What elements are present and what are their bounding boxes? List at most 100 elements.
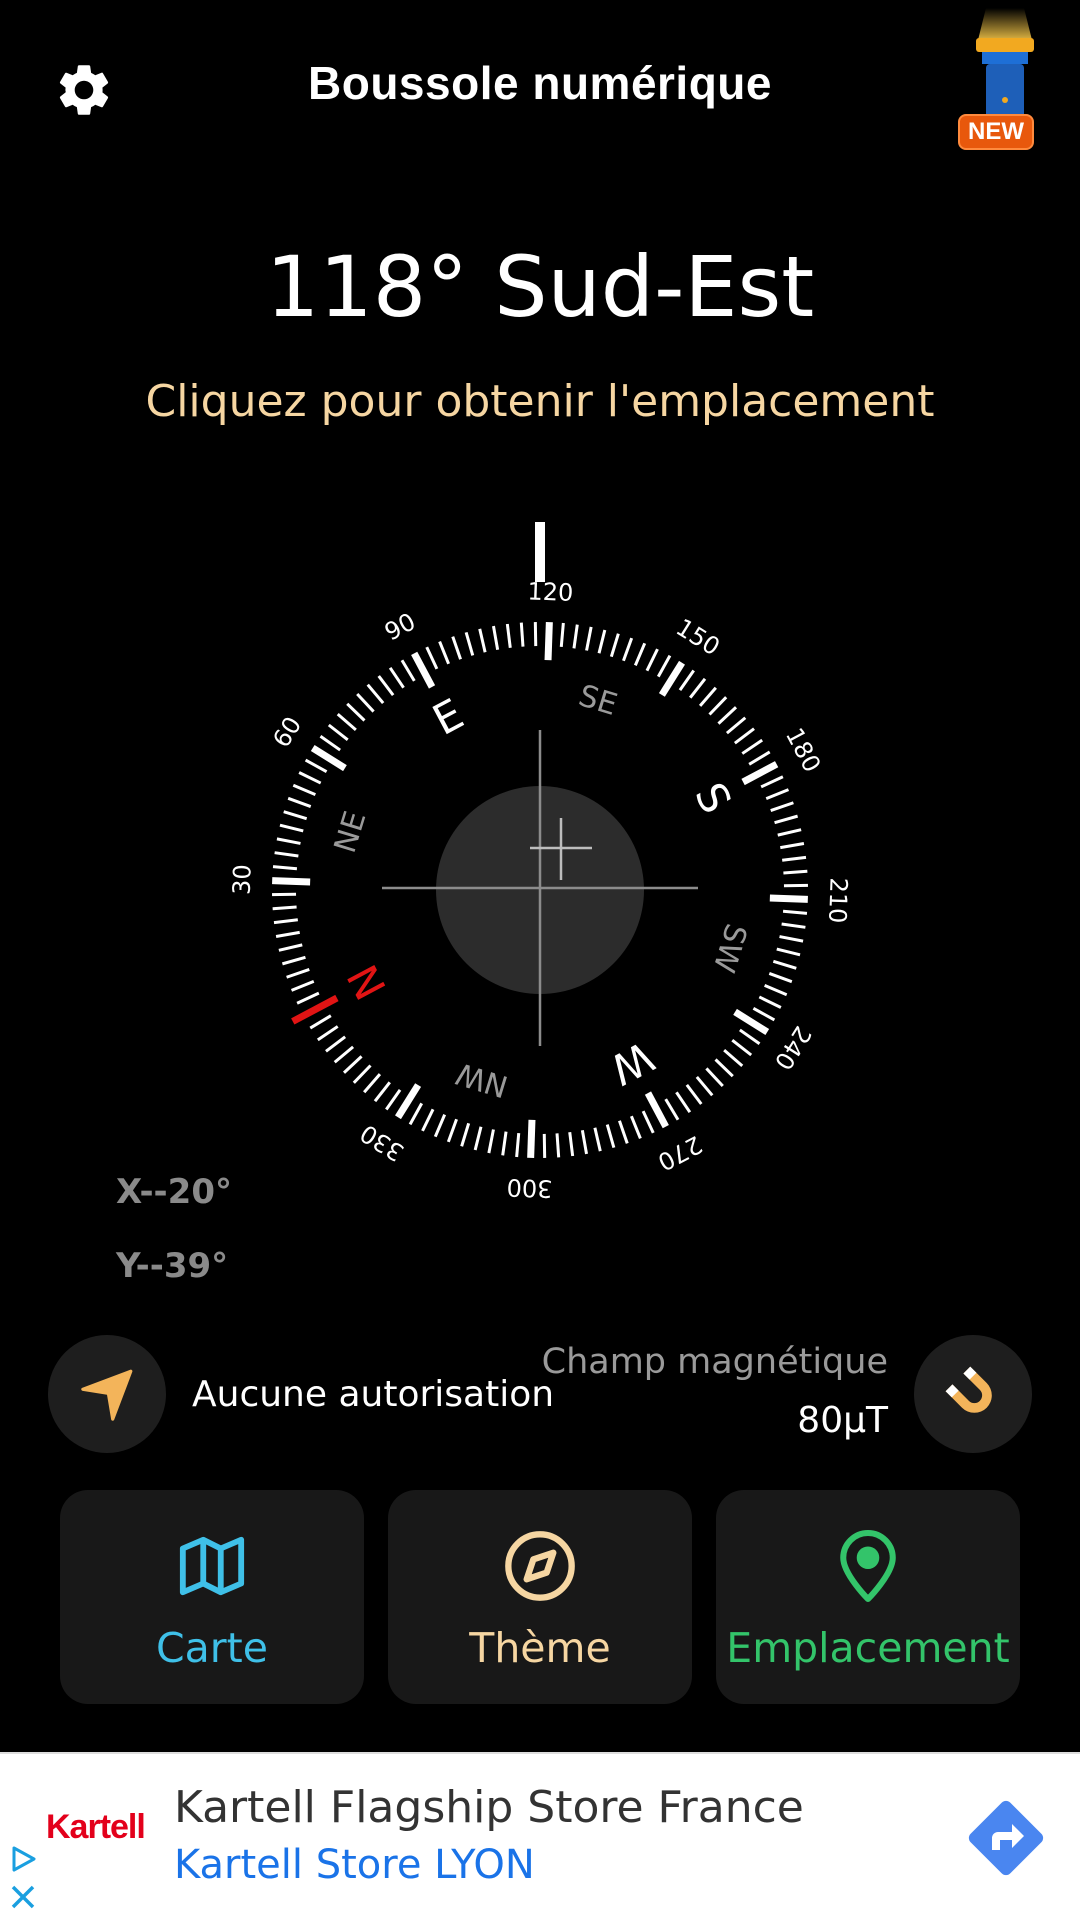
compass-tick: [690, 679, 705, 698]
compass-tick: [769, 973, 792, 981]
compass-tick: [435, 1115, 444, 1137]
compass-tick: [427, 647, 437, 669]
compass-tick: [357, 694, 373, 712]
compass-tick: [344, 1056, 362, 1072]
compass-tick: [521, 623, 523, 647]
compass-tick: [783, 871, 807, 873]
compass-tick: [680, 670, 694, 690]
compass-tick: [718, 707, 736, 723]
compass-tick: [326, 1037, 345, 1051]
compass-tick: [379, 676, 393, 695]
ad-subtitle[interactable]: Kartell Store LYON: [174, 1842, 535, 1888]
compass-tick: [275, 853, 299, 856]
compass-tick: [749, 752, 770, 764]
compass-tick: [766, 790, 788, 799]
degree-label: 60: [267, 712, 307, 753]
tilt-x-readout: X--20°: [116, 1172, 232, 1212]
compass-tick: [623, 638, 631, 661]
page-title: Boussole numérique: [0, 56, 1080, 110]
compass-tick: [390, 668, 403, 688]
compass-tick: [287, 969, 310, 977]
compass-tick: [777, 949, 800, 955]
compass-tick: [770, 898, 808, 899]
compass-tick: [740, 1030, 760, 1044]
compass-tick: [453, 637, 461, 660]
compass-tick: [582, 1130, 586, 1154]
degree-label: 270: [653, 1130, 707, 1176]
intercardinal-label: NW: [452, 1055, 512, 1104]
compass-tick: [364, 1074, 380, 1092]
ad-title[interactable]: Kartell Flagship Store France: [174, 1782, 804, 1833]
map-button-label: Carte: [156, 1624, 268, 1672]
compass-tick: [548, 622, 549, 660]
flashlight-icon: [950, 8, 1060, 118]
intercardinal-label: NE: [328, 807, 374, 857]
compass-tick: [727, 718, 745, 733]
ad-choices-icon[interactable]: [6, 1844, 40, 1874]
magnet-icon: [942, 1363, 1004, 1425]
ad-banner[interactable]: [0, 1752, 1080, 1922]
gps-permission-button[interactable]: [48, 1335, 166, 1453]
compass-tick: [280, 825, 303, 831]
location-button[interactable]: Emplacement: [716, 1490, 1020, 1704]
compass-tick: [709, 697, 726, 714]
degree-label: 120: [527, 577, 574, 607]
compass-tick: [557, 1133, 559, 1157]
compass-tick: [329, 725, 348, 740]
compass-tick: [676, 1092, 689, 1112]
compass-tick: [284, 812, 307, 819]
compass-tick: [782, 857, 806, 860]
compass-tick: [599, 630, 605, 653]
compass-tick: [386, 1090, 400, 1110]
compass-tick: [310, 1016, 331, 1028]
compass-tick: [507, 624, 510, 648]
compass-tick: [297, 993, 319, 1003]
map-icon: [177, 1531, 247, 1601]
ad-directions-button[interactable]: [958, 1790, 1054, 1886]
compass-tick: [666, 1099, 678, 1120]
compass-tick: [561, 623, 563, 647]
cardinal-label: N: [338, 957, 396, 1008]
compass-tick: [347, 704, 364, 721]
compass-tick: [753, 1008, 774, 1020]
compass-tick: [595, 1128, 600, 1151]
compass-tick: [282, 957, 305, 964]
compass-tick: [724, 1050, 742, 1066]
compass-tick: [299, 773, 321, 784]
compass-tick: [354, 1066, 371, 1083]
theme-button-label: Thème: [469, 1624, 610, 1672]
degree-label: 90: [380, 607, 420, 646]
compass-tick: [423, 1109, 434, 1131]
compass-tick: [306, 760, 327, 772]
compass-tick: [635, 643, 644, 665]
magnetic-field-button[interactable]: [914, 1335, 1032, 1453]
theme-button[interactable]: Thème: [388, 1490, 692, 1704]
intercardinal-label: SW: [705, 919, 753, 976]
compass-tick: [462, 1123, 469, 1146]
cardinal-label: E: [425, 689, 471, 745]
compass-tick: [517, 1133, 519, 1157]
ad-close-icon[interactable]: [6, 1880, 40, 1914]
compass-tick: [780, 843, 804, 847]
get-location-link[interactable]: Cliquez pour obtenir l'emplacement: [0, 376, 1080, 427]
compass-tick: [320, 736, 340, 750]
compass-tick: [503, 1132, 506, 1156]
compass-tick: [706, 1068, 722, 1086]
compass-tick: [292, 981, 314, 990]
location-pin-icon: [835, 1527, 901, 1605]
directions-icon: [958, 1790, 1054, 1886]
map-button[interactable]: Carte: [60, 1490, 364, 1704]
compass-tick: [697, 1077, 712, 1095]
compass-tick: [765, 985, 787, 994]
compass-tick: [687, 1085, 701, 1104]
compass-tick: [700, 688, 716, 706]
compass-tick: [489, 1130, 494, 1154]
degree-label: 30: [228, 864, 257, 896]
compass-tick: [735, 729, 754, 743]
compass-tick: [647, 649, 658, 671]
intercardinal-label: SE: [575, 678, 622, 723]
compass-tick: [335, 1047, 353, 1062]
compass-tick: [273, 867, 297, 869]
location-button-label: Emplacement: [726, 1624, 1009, 1672]
compass-tick: [775, 816, 798, 823]
